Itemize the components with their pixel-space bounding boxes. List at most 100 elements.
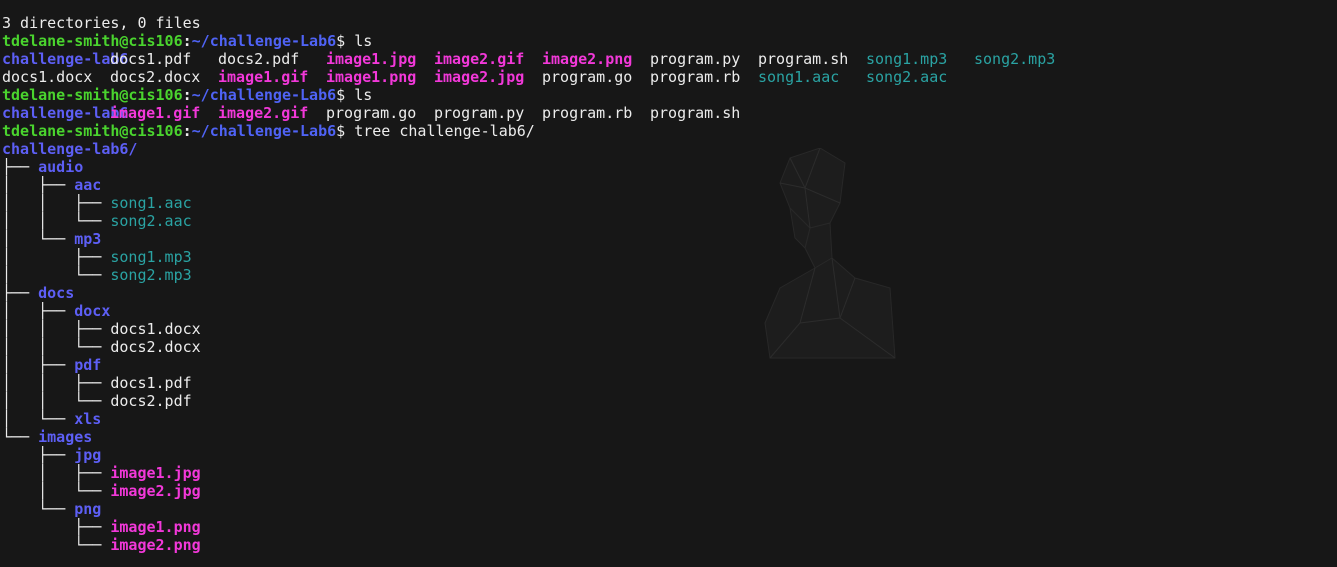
file-entry: image2.gif xyxy=(434,50,525,68)
tree-line: │ ├── aac xyxy=(2,176,1082,194)
tree-branch: └── xyxy=(2,536,111,554)
tree-file: image1.jpg xyxy=(110,464,201,482)
tree-line: │ │ └── docs2.docx xyxy=(2,338,1082,356)
tree-branch: └── xyxy=(2,428,39,446)
tree-line: │ ├── song1.mp3 xyxy=(2,248,1082,266)
prompt-user: tdelane-smith@cis106 xyxy=(2,86,183,104)
file-entry: image1.gif xyxy=(218,68,309,86)
tree-file: docs2.docx xyxy=(110,338,201,356)
tree-branch: │ ├── xyxy=(2,464,111,482)
tree-line: │ └── image2.jpg xyxy=(2,482,1082,500)
tree-file: song2.mp3 xyxy=(110,266,192,284)
tree-line: │ ├── docx xyxy=(2,302,1082,320)
tree-branch: │ │ ├── xyxy=(2,194,111,212)
tree-line: │ │ └── song2.aac xyxy=(2,212,1082,230)
file-entry: image1.png xyxy=(326,68,417,86)
ls-output-row: challenge-lab6image1.gif image2.gif progra… xyxy=(2,104,1082,122)
tree-branch: │ ├── xyxy=(2,176,75,194)
tree-directory: audio xyxy=(38,158,84,176)
tree-output: ├── audio │ ├── aac │ │ ├── song1.aac │ │ └… xyxy=(2,158,1082,554)
file-entry: program.go xyxy=(542,68,633,86)
tree-file: image2.png xyxy=(110,536,201,554)
terminal-output: 3 directories, 0 files tdelane-smith@cis… xyxy=(2,14,1082,554)
file-entry: image1.jpg xyxy=(326,50,417,68)
tree-directory: aac xyxy=(74,176,102,194)
file-entry: program.sh xyxy=(758,50,849,68)
tree-directory: xls xyxy=(74,410,102,428)
file-entry: program.py xyxy=(650,50,741,68)
prompt-user: tdelane-smith@cis106 xyxy=(2,32,183,50)
tree-branch: │ │ ├── xyxy=(2,374,111,392)
file-entry: image2.gif xyxy=(218,104,309,122)
prompt-sep: : xyxy=(182,122,192,140)
tree-branch: │ └── xyxy=(2,482,111,500)
tree-directory: mp3 xyxy=(74,230,102,248)
prompt-symbol: $ xyxy=(336,86,346,104)
prompt-line: tdelane-smith@cis106:~/challenge-Lab6$ l… xyxy=(2,32,1082,50)
tree-line: │ └── mp3 xyxy=(2,230,1082,248)
command: ls xyxy=(354,86,373,104)
head-logo-icon xyxy=(764,148,896,359)
file-entry: docs1.pdf xyxy=(110,50,192,68)
tree-directory: docs xyxy=(38,284,75,302)
tree-branch: ├── xyxy=(2,284,39,302)
tree-branch: ├── xyxy=(2,518,111,536)
tree-line: │ │ ├── song1.aac xyxy=(2,194,1082,212)
file-entry: song2.aac xyxy=(866,68,948,86)
tree-branch: ├── xyxy=(2,158,39,176)
prompt-dir: ~/challenge-Lab6 xyxy=(191,32,337,50)
prompt-dir: ~/challenge-Lab6 xyxy=(191,122,337,140)
file-entry: docs2.docx xyxy=(110,68,201,86)
tree-file: docs1.docx xyxy=(110,320,201,338)
tree-directory: docx xyxy=(74,302,111,320)
tree-file: image1.png xyxy=(110,518,201,536)
tree-line: │ │ ├── docs1.pdf xyxy=(2,374,1082,392)
tree-directory: jpg xyxy=(74,446,102,464)
prompt-symbol: $ xyxy=(336,122,346,140)
directory-entry: challenge-lab6 xyxy=(2,50,129,68)
tree-branch: │ └── xyxy=(2,230,75,248)
tree-branch: │ ├── xyxy=(2,248,111,266)
tree-branch: │ ├── xyxy=(2,302,75,320)
file-entry: program.sh xyxy=(650,104,741,122)
tree-branch: │ ├── xyxy=(2,356,75,374)
file-entry: image2.png xyxy=(542,50,633,68)
tree-directory: images xyxy=(38,428,93,446)
prompt-sep: : xyxy=(182,32,192,50)
tree-line: │ └── xls xyxy=(2,410,1082,428)
file-entry: program.rb xyxy=(650,68,741,86)
tree-branch: │ └── xyxy=(2,410,75,428)
tree-directory: pdf xyxy=(74,356,102,374)
tree-branch: │ │ └── xyxy=(2,338,111,356)
tree-branch: └── xyxy=(2,500,75,518)
tree-file: docs2.pdf xyxy=(110,392,192,410)
file-entry: image1.gif xyxy=(110,104,201,122)
summary-line: 3 directories, 0 files xyxy=(2,14,201,32)
tree-line: ├── jpg xyxy=(2,446,1082,464)
prompt-line: tdelane-smith@cis106:~/challenge-Lab6$ t… xyxy=(2,122,1082,140)
file-entry: program.py xyxy=(434,104,525,122)
file-entry: song1.aac xyxy=(758,68,840,86)
tree-branch: │ │ └── xyxy=(2,212,111,230)
ls-output-row: challenge-lab6docs1.pdf docs2.pdf image1.j… xyxy=(2,50,1082,68)
tree-line: ├── image1.png xyxy=(2,518,1082,536)
tree-branch: │ └── xyxy=(2,266,111,284)
command: tree challenge-lab6/ xyxy=(354,122,535,140)
file-entry: docs2.pdf xyxy=(218,50,300,68)
tree-branch: ├── xyxy=(2,446,75,464)
directory-entry: challenge-lab6 xyxy=(2,104,129,122)
tree-branch: │ │ ├── xyxy=(2,320,111,338)
command: ls xyxy=(354,32,373,50)
tree-branch: │ │ └── xyxy=(2,392,111,410)
ls-output-row: docs1.docx docs2.docx image1.gif image1.png… xyxy=(2,68,1082,86)
tree-line: │ │ └── docs2.pdf xyxy=(2,392,1082,410)
tree-root: challenge-lab6/ xyxy=(2,140,138,158)
tree-line: │ │ ├── docs1.docx xyxy=(2,320,1082,338)
tree-line: │ └── song2.mp3 xyxy=(2,266,1082,284)
tree-file: song2.aac xyxy=(110,212,192,230)
terminal-window[interactable]: { "summary": "3 directories, 0 files", "… xyxy=(0,0,1337,567)
prompt-symbol: $ xyxy=(336,32,346,50)
tree-directory: png xyxy=(74,500,102,518)
tree-line: └── image2.png xyxy=(2,536,1082,554)
prompt-dir: ~/challenge-Lab6 xyxy=(191,86,337,104)
